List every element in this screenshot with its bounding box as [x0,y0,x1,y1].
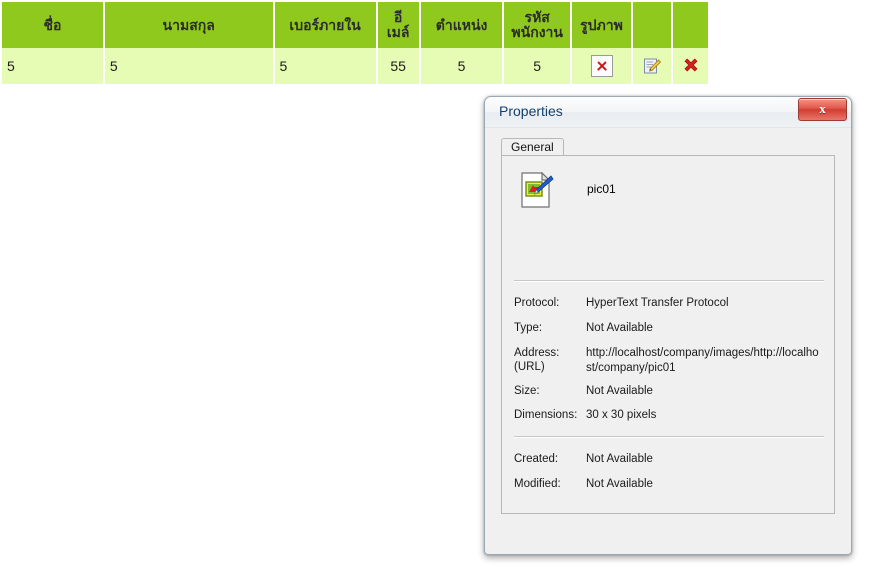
dialog-title: Properties [499,103,563,119]
dimensions-value: 30 x 30 pixels [586,409,657,421]
dialog-body: General pic01 Protocol: HyperText Transf… [485,128,851,555]
close-icon[interactable]: x [798,98,847,121]
cell-surname: 5 [104,48,273,84]
employee-table: ชื่อ นามสกุล เบอร์ภายใน อี เมล์ ตำแหน่ง … [0,2,710,84]
address-label: Address: (URL) [514,346,586,375]
protocol-value: HyperText Transfer Protocol [586,297,729,309]
column-header-email-line1: อี [393,9,403,26]
column-header-edit [633,2,672,48]
size-label: Size: [514,385,540,397]
cell-position: 5 [420,48,503,84]
column-header-position: ตำแหน่ง [420,2,503,48]
created-value: Not Available [586,453,653,465]
file-name-label: pic01 [587,182,616,196]
address-label-line1: Address: [514,347,560,359]
cell-edit[interactable] [633,48,672,84]
column-header-extension: เบอร์ภายใน [274,2,376,48]
divider-top [514,280,824,282]
column-header-employee-code: รหัส พนักงาน [504,2,570,48]
close-icon-glyph: x [819,101,826,116]
column-header-delete [673,2,708,48]
dimensions-label: Dimensions: [514,409,578,421]
protocol-label: Protocol: [514,297,560,309]
cell-email: 55 [377,48,419,84]
tab-panel-general: pic01 Protocol: HyperText Transfer Proto… [501,155,835,514]
cell-picture[interactable] [571,48,632,84]
table-header: ชื่อ นามสกุล เบอร์ภายใน อี เมล์ ตำแหน่ง … [2,2,708,48]
type-label: Type: [514,322,543,334]
cell-extension: 5 [274,48,376,84]
column-header-email: อี เมล์ [377,2,419,48]
table-header-row: ชื่อ นามสกุล เบอร์ภายใน อี เมล์ ตำแหน่ง … [2,2,708,48]
properties-dialog: Properties x General pic01 Protocol: Hyp… [484,96,852,555]
column-header-name: ชื่อ [2,2,103,48]
address-value: http://localhost/company/images/http://l… [586,347,819,374]
broken-image-document-icon [520,171,554,210]
created-label: Created: [514,453,559,465]
divider-bottom [514,436,824,438]
column-header-picture: รูปภาพ [571,2,632,48]
dialog-titlebar[interactable]: Properties x [485,97,851,128]
broken-image-icon[interactable] [590,55,613,77]
table-row: 5 5 5 55 5 5 [2,48,708,84]
column-header-code-line2: พนักงาน [511,24,563,40]
tab-general[interactable]: General [501,138,564,156]
type-value: Not Available [586,322,653,334]
cell-name: 5 [2,48,103,84]
column-header-surname: นามสกุล [104,2,273,48]
column-header-code-line1: รหัส [524,9,550,26]
table-body: 5 5 5 55 5 5 [2,48,708,84]
column-header-email-line2: เมล์ [386,24,410,40]
cell-delete[interactable] [673,48,708,84]
edit-pencil-icon[interactable] [642,56,662,76]
delete-x-icon[interactable] [681,56,701,76]
modified-label: Modified: [514,478,561,490]
size-value: Not Available [586,385,653,397]
tabstrip: General [501,138,835,156]
dialog-button-row: OK Cancel Apply [485,522,851,554]
cell-employee-code: 5 [504,48,570,84]
modified-value: Not Available [586,478,653,490]
address-label-line2: (URL) [514,361,545,374]
